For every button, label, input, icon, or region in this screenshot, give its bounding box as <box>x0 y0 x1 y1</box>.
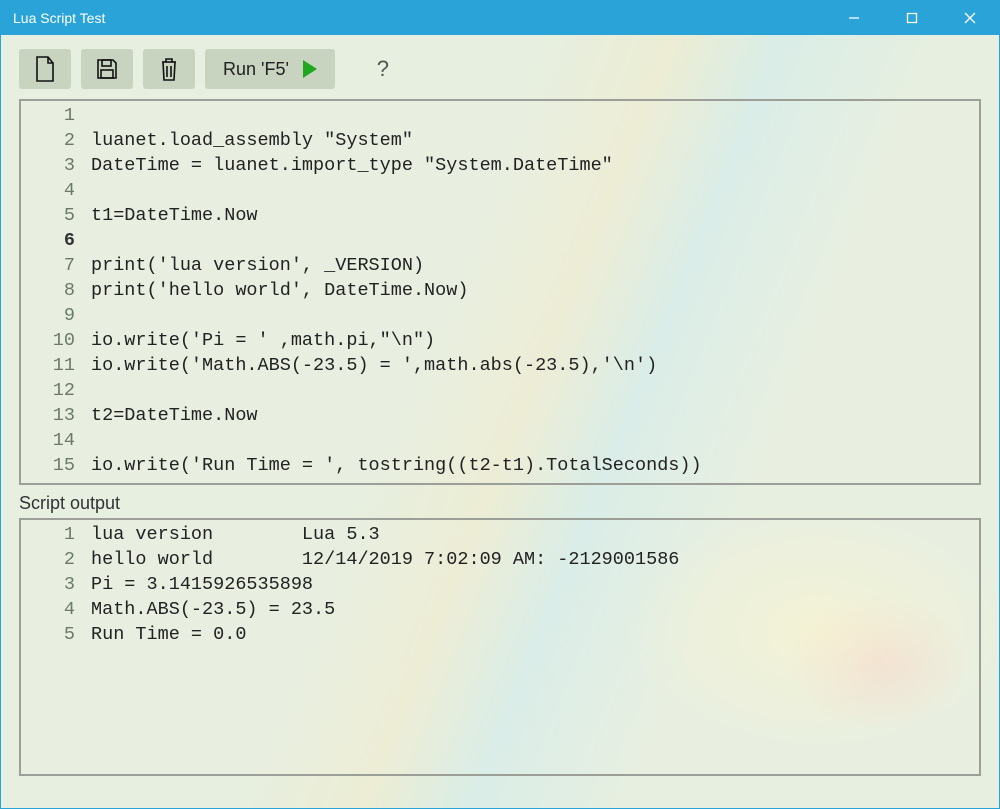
line-number: 14 <box>21 428 75 453</box>
maximize-icon <box>906 12 918 24</box>
line-number: 11 <box>21 353 75 378</box>
code-gutter: 123456789101112131415 <box>21 101 83 483</box>
code-line[interactable]: print('hello world', DateTime.Now) <box>91 278 979 303</box>
line-number: 4 <box>21 178 75 203</box>
code-line[interactable] <box>91 228 979 253</box>
delete-button[interactable] <box>143 49 195 89</box>
line-number: 7 <box>21 253 75 278</box>
code-line[interactable]: t2=DateTime.Now <box>91 403 979 428</box>
line-number: 4 <box>21 597 75 622</box>
titlebar: Lua Script Test <box>1 1 999 35</box>
line-number: 15 <box>21 453 75 478</box>
code-line[interactable]: print('lua version', _VERSION) <box>91 253 979 278</box>
toolbar: Run 'F5' ? <box>1 35 999 99</box>
save-button[interactable] <box>81 49 133 89</box>
app-window: Lua Script Test <box>0 0 1000 809</box>
code-line[interactable]: DateTime = luanet.import_type "System.Da… <box>91 153 979 178</box>
line-number: 8 <box>21 278 75 303</box>
close-button[interactable] <box>941 1 999 35</box>
body-area: 123456789101112131415 luanet.load_assemb… <box>1 99 999 808</box>
line-number: 12 <box>21 378 75 403</box>
code-line[interactable] <box>91 103 979 128</box>
help-button[interactable]: ? <box>369 56 397 82</box>
code-line[interactable] <box>91 178 979 203</box>
line-number: 5 <box>21 203 75 228</box>
line-number: 6 <box>21 228 75 253</box>
output-lines: lua version Lua 5.3hello world 12/14/201… <box>83 520 979 774</box>
output-line: hello world 12/14/2019 7:02:09 AM: -2129… <box>91 547 979 572</box>
output-line: Math.ABS(-23.5) = 23.5 <box>91 597 979 622</box>
minimize-icon <box>848 12 860 24</box>
line-number: 3 <box>21 153 75 178</box>
output-panel: 12345 lua version Lua 5.3hello world 12/… <box>19 518 981 776</box>
code-line[interactable] <box>91 378 979 403</box>
code-lines[interactable]: luanet.load_assembly "System"DateTime = … <box>83 101 979 483</box>
code-line[interactable]: io.write('Math.ABS(-23.5) = ',math.abs(-… <box>91 353 979 378</box>
code-line[interactable]: io.write('Run Time = ', tostring((t2-t1)… <box>91 453 979 478</box>
new-file-button[interactable] <box>19 49 71 89</box>
window-title: Lua Script Test <box>13 10 825 26</box>
code-line[interactable] <box>91 303 979 328</box>
output-line: Run Time = 0.0 <box>91 622 979 647</box>
minimize-button[interactable] <box>825 1 883 35</box>
code-editor[interactable]: 123456789101112131415 luanet.load_assemb… <box>19 99 981 485</box>
code-line[interactable]: io.write('Pi = ' ,math.pi,"\n") <box>91 328 979 353</box>
line-number: 5 <box>21 622 75 647</box>
output-label: Script output <box>19 493 981 514</box>
line-number: 13 <box>21 403 75 428</box>
run-button[interactable]: Run 'F5' <box>205 49 335 89</box>
save-icon <box>95 57 119 81</box>
code-line[interactable]: luanet.load_assembly "System" <box>91 128 979 153</box>
line-number: 10 <box>21 328 75 353</box>
run-button-label: Run 'F5' <box>223 59 289 80</box>
output-line: Pi = 3.1415926535898 <box>91 572 979 597</box>
line-number: 2 <box>21 547 75 572</box>
file-icon <box>34 56 56 82</box>
maximize-button[interactable] <box>883 1 941 35</box>
line-number: 3 <box>21 572 75 597</box>
play-icon <box>303 60 317 78</box>
line-number: 2 <box>21 128 75 153</box>
close-icon <box>964 12 976 24</box>
trash-icon <box>158 56 180 82</box>
line-number: 1 <box>21 522 75 547</box>
line-number: 9 <box>21 303 75 328</box>
output-line: lua version Lua 5.3 <box>91 522 979 547</box>
output-gutter: 12345 <box>21 520 83 774</box>
code-line[interactable] <box>91 428 979 453</box>
line-number: 1 <box>21 103 75 128</box>
code-line[interactable]: t1=DateTime.Now <box>91 203 979 228</box>
window-controls <box>825 1 999 35</box>
